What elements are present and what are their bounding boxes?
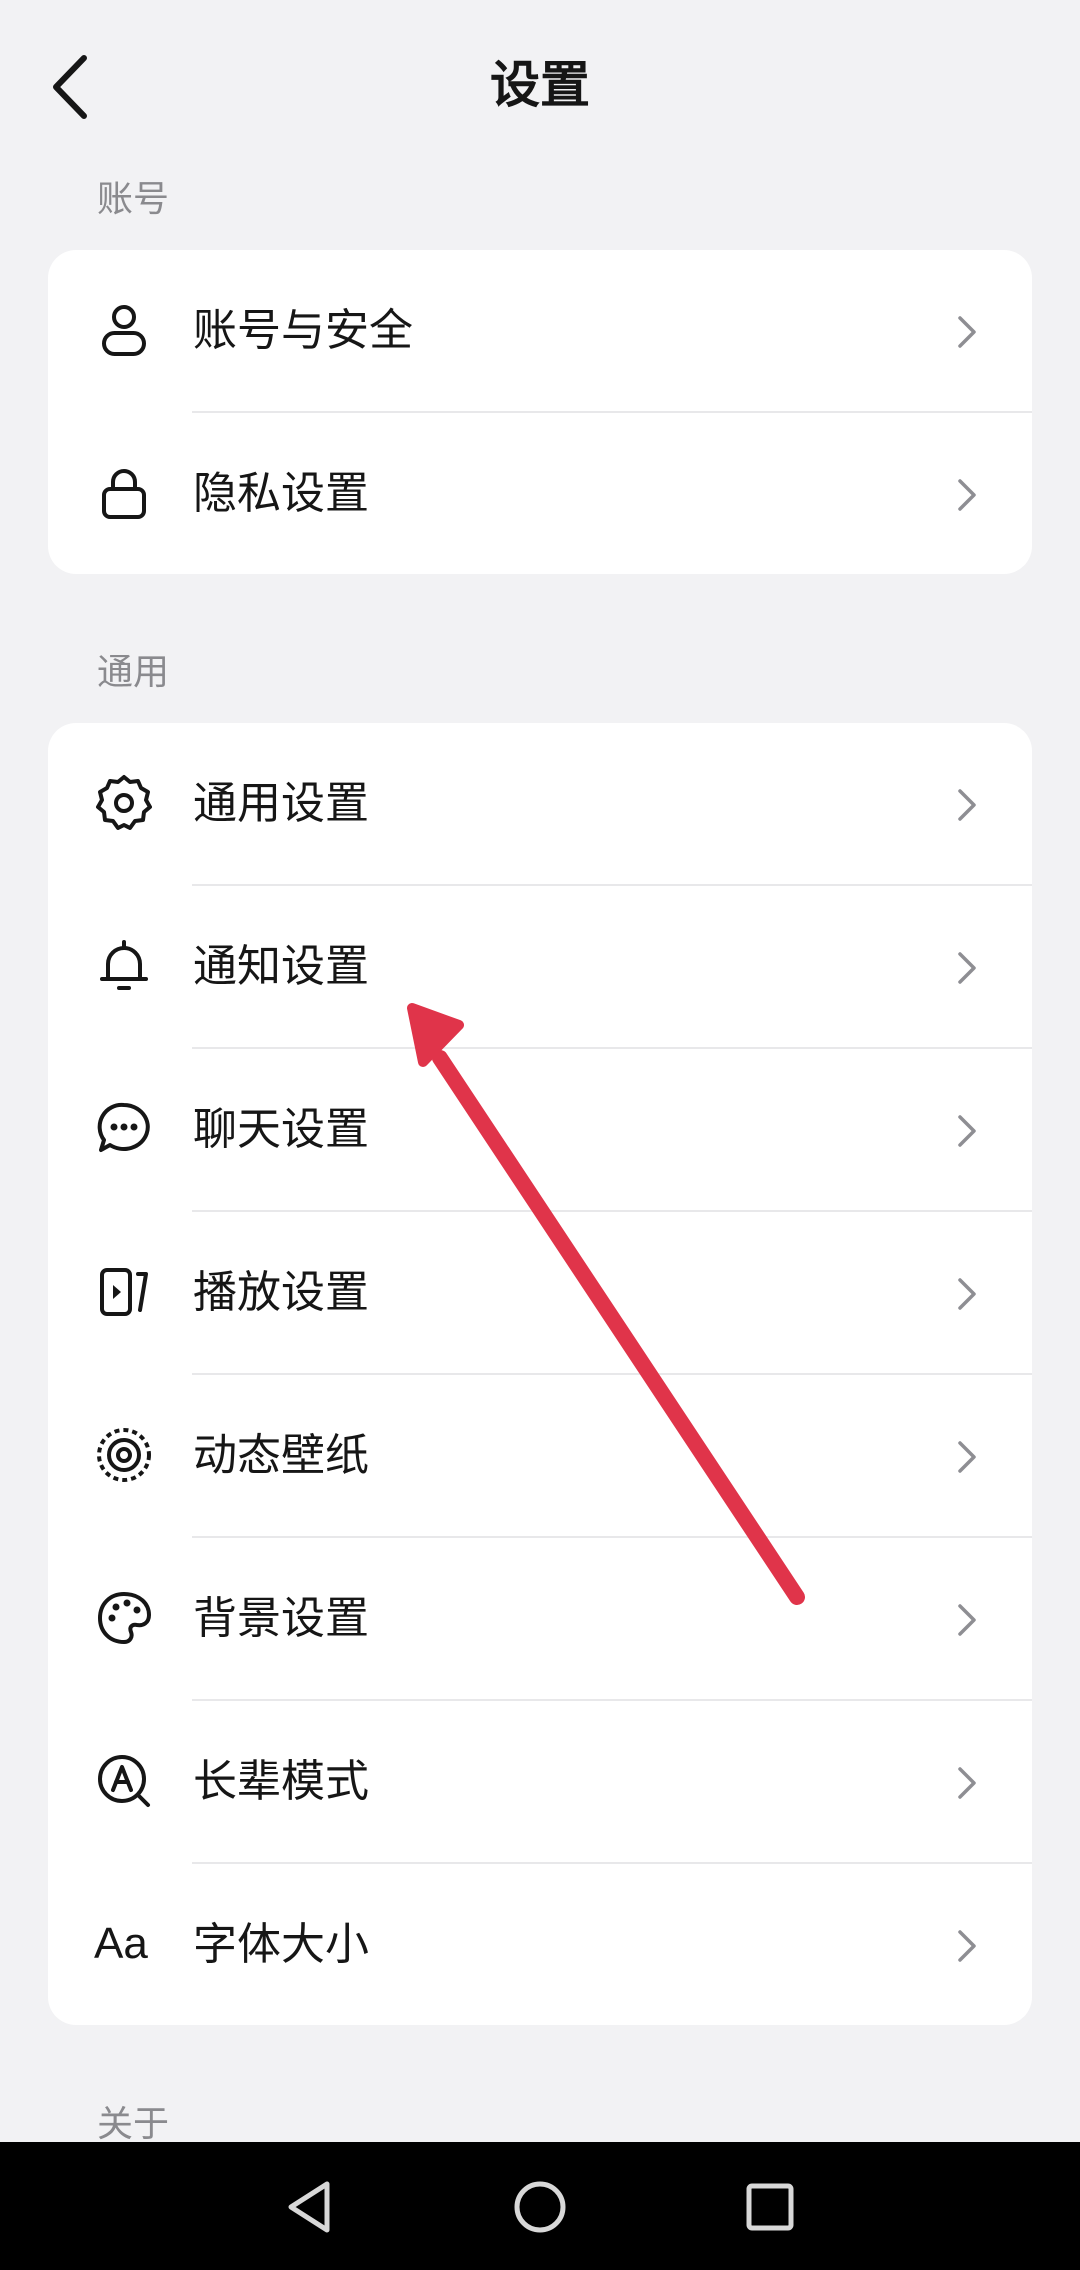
settings-item-label: 长辈模式 <box>193 1756 369 1807</box>
settings-item-notification[interactable]: 通知设置 <box>48 886 1032 1049</box>
settings-item-account-security[interactable]: 账号与安全 <box>48 250 1032 413</box>
settings-item-background[interactable]: 背景设置 <box>48 1538 1032 1701</box>
elder-mode-icon <box>94 1751 154 1811</box>
settings-item-playback[interactable]: 播放设置 <box>48 1212 1032 1375</box>
nav-back-button[interactable] <box>275 2172 345 2242</box>
chevron-right-icon <box>958 316 976 348</box>
settings-item-live-wallpaper[interactable]: 动态壁纸 <box>48 1375 1032 1538</box>
settings-item-general[interactable]: 通用设置 <box>48 723 1032 886</box>
nav-recents-button[interactable] <box>735 2172 805 2242</box>
settings-item-label: 账号与安全 <box>193 305 413 356</box>
chevron-right-icon <box>958 1767 976 1799</box>
general-card: 通用设置 通知设置 聊天设置 播放设置 动态壁纸 背景设置 长辈模式 Aa 字体… <box>48 723 1032 2025</box>
chevron-right-icon <box>958 1930 976 1962</box>
settings-item-label: 动态壁纸 <box>193 1430 369 1481</box>
account-card: 账号与安全 隐私设置 <box>48 250 1032 574</box>
palette-icon <box>94 1588 154 1648</box>
chevron-right-icon <box>958 1115 976 1147</box>
settings-item-label: 聊天设置 <box>193 1104 369 1155</box>
chevron-right-icon <box>958 1441 976 1473</box>
bell-icon <box>94 936 154 996</box>
settings-item-label: 通用设置 <box>193 778 369 829</box>
play-panel-icon <box>94 1262 154 1322</box>
section-label-general: 通用 <box>97 652 170 693</box>
person-icon <box>94 300 154 360</box>
settings-item-label: 通知设置 <box>193 941 369 992</box>
settings-item-label: 背景设置 <box>193 1593 369 1644</box>
settings-item-chat[interactable]: 聊天设置 <box>48 1049 1032 1212</box>
square-recents-icon <box>746 2183 794 2231</box>
circle-home-icon <box>514 2181 566 2233</box>
chevron-right-icon <box>958 952 976 984</box>
nav-home-button[interactable] <box>505 2172 575 2242</box>
settings-item-label: 隐私设置 <box>193 468 369 519</box>
target-icon <box>94 1425 154 1485</box>
header: 设置 <box>0 0 1080 170</box>
lock-icon <box>94 463 154 523</box>
chevron-right-icon <box>958 789 976 821</box>
settings-item-font-size[interactable]: Aa 字体大小 <box>48 1864 1032 2025</box>
settings-item-label: 字体大小 <box>193 1919 369 1970</box>
section-label-account: 账号 <box>97 179 170 220</box>
chevron-right-icon <box>958 479 976 511</box>
gear-icon <box>94 773 154 833</box>
chat-bubble-icon <box>94 1099 154 1159</box>
settings-item-privacy[interactable]: 隐私设置 <box>48 413 1032 574</box>
font-size-icon: Aa <box>94 1919 148 1968</box>
chevron-right-icon <box>958 1604 976 1636</box>
settings-item-label: 播放设置 <box>193 1267 369 1318</box>
system-navigation-bar <box>0 2142 1080 2270</box>
page-title: 设置 <box>490 56 590 114</box>
triangle-back-icon <box>288 2181 330 2233</box>
settings-item-elder-mode[interactable]: 长辈模式 <box>48 1701 1032 1864</box>
chevron-right-icon <box>958 1278 976 1310</box>
